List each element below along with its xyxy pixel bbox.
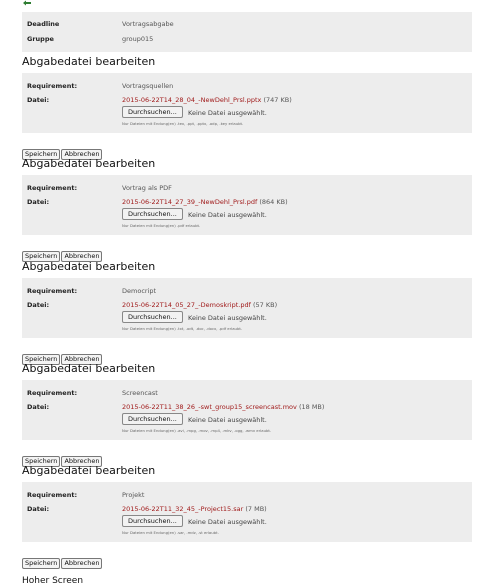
requirement-value: Screencast [122,389,158,397]
requirement-label: Requirement: [27,82,78,90]
save-button[interactable]: Speichern [22,558,61,569]
current-file: 2015-06-22T11_32_45_-Project15.sar (7 MB… [122,505,267,513]
cancel-button[interactable]: Abbrechen [61,558,103,569]
browse-button[interactable]: Durchsuchen... [122,413,183,425]
current-file-link[interactable]: 2015-06-22T14_05_27_-Demoskript.pdf [122,301,251,309]
no-file-selected-text: Keine Datei ausgewählt. [188,518,267,526]
current-file: 2015-06-22T11_38_26_-swt_group15_screenc… [122,403,324,411]
current-file: 2015-06-22T14_05_27_-Demoskript.pdf (57 … [122,301,277,309]
current-file: 2015-06-22T14_27_39_-NewDehl_Prsl.pdf (8… [122,198,288,206]
submission-panel: Requirement: Democript Datei: 2015-06-22… [22,278,472,338]
submission-panel: Requirement: Vortrag als PDF Datei: 2015… [22,175,472,235]
section-title: Abgabedatei bearbeiten [22,260,156,273]
section-title: Abgabedatei bearbeiten [22,55,156,68]
no-file-selected-text: Keine Datei ausgewählt. [188,314,267,322]
file-size: (747 KB) [263,96,292,104]
deadline-value: Vortragsabgabe [122,20,174,28]
file-size: (7 MB) [245,505,267,513]
current-file: 2015-06-22T14_28_04_-NewDehl_Prsl.pptx (… [122,96,292,104]
deadline-label: Deadline [27,20,60,28]
current-file-link[interactable]: 2015-06-22T14_28_04_-NewDehl_Prsl.pptx [122,96,261,104]
file-label: Datei: [27,505,50,513]
requirement-value: Democript [122,287,157,295]
allowed-extensions-hint: Nur Dateien mit Endung(en) .sar, .mdz, .… [122,530,219,535]
back-arrow-icon[interactable] [22,0,32,6]
file-label: Datei: [27,301,50,309]
current-file-link[interactable]: 2015-06-22T14_27_39_-NewDehl_Prsl.pdf [122,198,257,206]
requirement-value: Projekt [122,491,145,499]
requirement-label: Requirement: [27,491,78,499]
browse-button[interactable]: Durchsuchen... [122,515,183,527]
no-file-selected-text: Keine Datei ausgewählt. [188,416,267,424]
submission-info-panel: Deadline Vortragsabgabe Gruppe group015 [22,12,472,52]
file-size: (864 KB) [259,198,288,206]
submission-panel: Requirement: Screencast Datei: 2015-06-2… [22,380,472,440]
browse-button[interactable]: Durchsuchen... [122,208,183,220]
group-label: Gruppe [27,35,54,43]
file-label: Datei: [27,403,50,411]
file-label: Datei: [27,198,50,206]
allowed-extensions-hint: Nur Dateien mit Endung(en) .tex, .ppt, .… [122,121,244,126]
submission-panel: Requirement: Projekt Datei: 2015-06-22T1… [22,482,472,542]
requirement-label: Requirement: [27,184,78,192]
current-file-link[interactable]: 2015-06-22T11_38_26_-swt_group15_screenc… [122,403,297,411]
requirement-label: Requirement: [27,389,78,397]
browse-button[interactable]: Durchsuchen... [122,106,183,118]
form-actions: Speichern Abbrechen [22,550,103,569]
section-title: Abgabedatei bearbeiten [22,362,156,375]
browse-button[interactable]: Durchsuchen... [122,311,183,323]
file-size: (18 MB) [298,403,325,411]
allowed-extensions-hint: Nur Dateien mit Endung(en) .txt, .odt, .… [122,326,243,331]
section-title: Abgabedatei bearbeiten [22,464,156,477]
group-value: group015 [122,35,154,43]
current-file-link[interactable]: 2015-06-22T11_32_45_-Project15.sar [122,505,243,513]
section-title: Abgabedatei bearbeiten [22,157,156,170]
next-section-heading: Hoher Screen [22,576,84,586]
allowed-extensions-hint: Nur Dateien mit Endung(en) .pdf erlaubt. [122,223,201,228]
requirement-value: Vortragsquellen [122,82,174,90]
file-label: Datei: [27,96,50,104]
allowed-extensions-hint: Nur Dateien mit Endung(en) .avi, .mpg, .… [122,428,272,433]
file-size: (57 KB) [252,301,278,309]
no-file-selected-text: Keine Datei ausgewählt. [188,211,267,219]
no-file-selected-text: Keine Datei ausgewählt. [188,109,267,117]
submission-panel: Requirement: Vortragsquellen Datei: 2015… [22,73,472,133]
requirement-label: Requirement: [27,287,78,295]
requirement-value: Vortrag als PDF [122,184,172,192]
